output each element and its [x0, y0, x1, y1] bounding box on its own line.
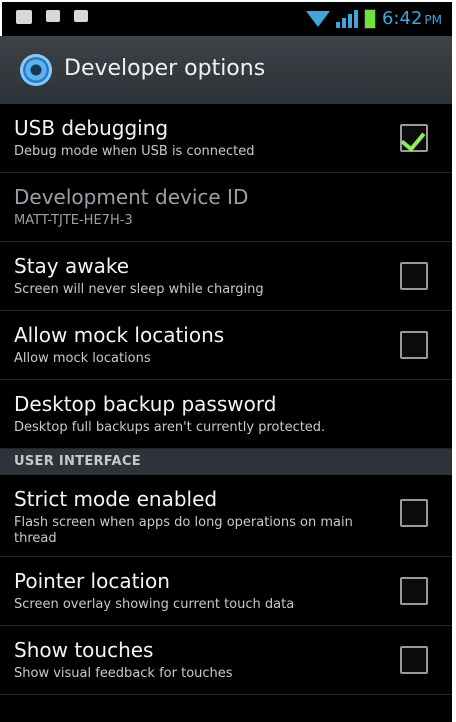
setting-summary: Screen will never sleep while charging [14, 282, 264, 297]
briefcase-icon [74, 10, 88, 22]
status-bar: 6:42 PM [0, 0, 452, 36]
setting-stay-awake[interactable]: Stay awake Screen will never sleep while… [0, 242, 452, 311]
settings-gear-icon[interactable] [20, 54, 52, 86]
setting-show-touches[interactable]: Show touches Show visual feedback for to… [0, 626, 452, 695]
clock: 6:42 PM [382, 8, 442, 29]
setting-title: Show touches [14, 638, 154, 662]
setting-pointer-location[interactable]: Pointer location Screen overlay showing … [0, 557, 452, 626]
setting-title: Pointer location [14, 569, 170, 593]
stay-awake-checkbox[interactable] [400, 262, 428, 290]
signal-icon [335, 9, 358, 28]
setting-title: Strict mode enabled [14, 487, 218, 511]
setting-title: Development device ID [14, 185, 249, 209]
title-bar: Developer options [0, 36, 452, 105]
message-icon [46, 10, 60, 22]
image-icon [16, 10, 32, 24]
setting-title: Stay awake [14, 254, 130, 278]
strict-mode-checkbox[interactable] [400, 499, 428, 527]
setting-title: Desktop backup password [14, 392, 277, 416]
allow-mock-locations-checkbox[interactable] [400, 331, 428, 359]
wifi-icon [305, 10, 330, 27]
battery-icon [363, 8, 376, 29]
show-touches-checkbox[interactable] [400, 646, 428, 674]
page-title: Developer options [64, 56, 266, 81]
setting-allow-mock-locations[interactable]: Allow mock locations Allow mock location… [0, 311, 452, 380]
setting-summary: Show visual feedback for touches [14, 666, 233, 681]
setting-strict-mode[interactable]: Strict mode enabled Flash screen when ap… [0, 475, 452, 557]
section-header-user-interface: USER INTERFACE [0, 449, 452, 475]
setting-desktop-backup-password[interactable]: Desktop backup password Desktop full bac… [0, 380, 452, 449]
setting-summary: Screen overlay showing current touch dat… [14, 597, 295, 612]
setting-summary: Flash screen when apps do long operation… [14, 515, 353, 546]
check-icon [400, 126, 426, 152]
settings-list: USB debugging Debug mode when USB is con… [0, 104, 452, 695]
setting-summary: Desktop full backups aren't currently pr… [14, 420, 326, 435]
setting-usb-debugging[interactable]: USB debugging Debug mode when USB is con… [0, 104, 452, 173]
device-screen: 6:42 PM Developer options USB debugging D… [0, 0, 456, 722]
clock-ampm: PM [424, 13, 442, 27]
setting-development-device-id: Development device ID MATT-TJTE-HE7H-3 [0, 173, 452, 242]
setting-title: Allow mock locations [14, 323, 225, 347]
setting-title: USB debugging [14, 116, 169, 140]
notification-icons [16, 10, 88, 24]
clock-time: 6:42 [381, 8, 423, 29]
pointer-location-checkbox[interactable] [400, 577, 428, 605]
usb-debugging-checkbox[interactable] [400, 124, 428, 152]
setting-summary: Allow mock locations [14, 351, 151, 366]
system-indicators: 6:42 PM [305, 8, 442, 29]
setting-summary: Debug mode when USB is connected [14, 144, 255, 159]
setting-summary: MATT-TJTE-HE7H-3 [14, 213, 133, 228]
